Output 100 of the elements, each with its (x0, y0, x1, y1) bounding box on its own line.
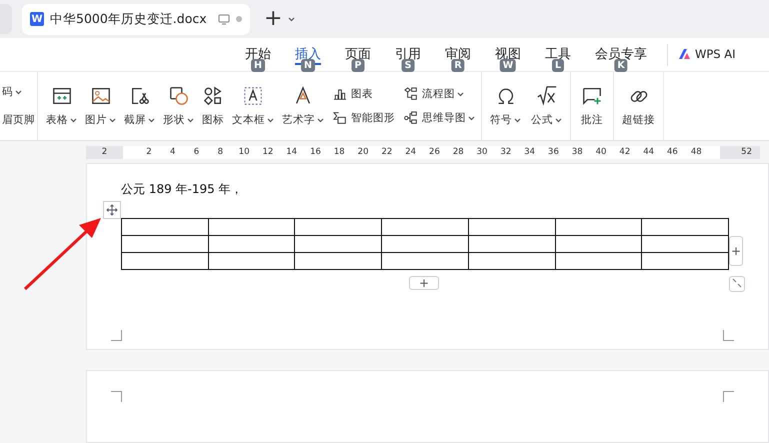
caret-icon (514, 118, 521, 122)
ribbon-button[interactable]: 公式 (529, 85, 564, 127)
caret-icon (15, 90, 22, 94)
table-cell[interactable] (122, 218, 208, 236)
table-cell[interactable] (122, 236, 208, 252)
ruler-number: 32 (499, 147, 512, 157)
ribbon-button[interactable]: 文本框 (230, 85, 276, 127)
ribbon-button[interactable]: 形状 (161, 85, 196, 127)
ruler-number: 22 (380, 147, 394, 157)
ribbon-button[interactable]: 思维导图 (403, 110, 475, 126)
ruler-number: 34 (523, 147, 536, 157)
text-box-icon (242, 85, 264, 107)
ribbon-button[interactable]: 截屏 (122, 85, 157, 127)
table-cell[interactable] (642, 236, 728, 252)
ai-button[interactable]: WPS AI (678, 38, 736, 61)
ruler-number: 10 (238, 147, 250, 157)
table-cell[interactable] (382, 252, 468, 270)
table-cell[interactable] (294, 236, 382, 252)
move-handle[interactable] (103, 201, 121, 219)
flowchart-icon (403, 86, 419, 102)
caret-icon (468, 116, 475, 120)
caret-icon (288, 16, 296, 22)
ribbon-label[interactable]: 码 (2, 85, 35, 99)
table-cell[interactable] (122, 252, 208, 270)
ribbon-button[interactable]: 图片 (83, 85, 118, 127)
shortcut-key: H (251, 59, 265, 72)
body-text: 公元 189 年-195 年， (121, 182, 243, 196)
ruler-number: 6 (192, 147, 200, 157)
caret-icon (148, 118, 155, 122)
shortcut-key: W (500, 59, 516, 72)
ruler-number: 40 (594, 147, 608, 157)
ruler-number: 8 (216, 147, 224, 157)
table-cell[interactable] (555, 218, 642, 236)
ruler-number: 2 (102, 147, 108, 157)
new-tab-button[interactable]: + (264, 8, 282, 30)
mind-map-icon (403, 110, 419, 126)
caret-icon (555, 118, 562, 122)
move-icon (106, 204, 118, 216)
add-column-button[interactable]: + (729, 236, 743, 266)
ruler-number: 38 (570, 147, 584, 157)
ai-logo-icon (678, 48, 691, 60)
ribbon-label[interactable]: 眉页脚 (2, 113, 35, 127)
table-cell[interactable] (555, 236, 642, 252)
caret-icon (109, 118, 116, 122)
shortcut-key: N (301, 59, 315, 72)
shortcut-key: K (614, 59, 628, 72)
ribbon-button[interactable]: 流程图 (403, 86, 475, 102)
shortcut-key: R (451, 59, 465, 72)
table-cell[interactable] (642, 218, 728, 236)
ruler-number: 28 (452, 147, 465, 157)
ruler-number: 42 (618, 147, 632, 157)
document-title: 中华5000年历史变迁.docx (50, 10, 208, 28)
table-cell[interactable] (468, 218, 556, 236)
ribbon-button[interactable]: 批注 (579, 85, 605, 127)
ribbon-button[interactable]: 表格 (44, 85, 79, 127)
resize-handle[interactable] (729, 276, 745, 292)
ruler-number: 44 (642, 147, 656, 157)
ruler-number: 52 (741, 147, 752, 157)
ruler-number: 46 (666, 147, 679, 157)
smart-graphic-icon (332, 110, 348, 126)
status-dot (236, 16, 242, 22)
caret-icon (70, 118, 77, 122)
table-cell[interactable] (382, 236, 468, 252)
image-icon (90, 85, 112, 107)
table-cell[interactable] (468, 252, 556, 270)
square-root-icon (536, 85, 558, 107)
table-cell[interactable] (208, 252, 295, 270)
ruler-number: 4 (168, 147, 176, 157)
shortcut-key: S (402, 59, 414, 72)
ruler-number: 48 (690, 147, 703, 157)
ruler-number: 30 (476, 147, 488, 157)
document-icon: W (30, 12, 44, 26)
ribbon-button[interactable]: 图表 (332, 86, 395, 102)
table-cell[interactable] (555, 252, 642, 270)
ribbon-button[interactable]: 智能图形 (332, 110, 395, 126)
table-cell[interactable] (208, 236, 295, 252)
add-row-button[interactable]: + (409, 276, 439, 290)
ribbon-button[interactable]: 符号 (488, 85, 523, 127)
ribbon-button[interactable]: 超链接 (620, 85, 657, 127)
table-cell[interactable] (642, 252, 728, 270)
shortcut-key: L (552, 59, 564, 72)
resize-icon (732, 278, 742, 288)
ribbon-button[interactable]: 艺术字 (280, 85, 326, 127)
caret-icon (457, 92, 464, 96)
table-cell[interactable] (294, 218, 382, 236)
table-cell[interactable] (208, 218, 295, 236)
ribbon-button[interactable]: 图标 (200, 85, 226, 127)
ruler-number: 24 (404, 147, 418, 157)
comment-icon (581, 85, 603, 107)
ruler-number: 36 (547, 147, 560, 157)
document-tab[interactable]: W 中华5000年历史变迁.docx (22, 4, 250, 34)
ruler-number: 12 (261, 147, 274, 157)
table-cell[interactable] (382, 218, 468, 236)
table-cell[interactable] (294, 252, 382, 270)
ruler-number: 16 (309, 147, 322, 157)
shapes-icon (168, 85, 190, 107)
table-icon (50, 85, 72, 107)
table-cell[interactable] (468, 236, 556, 252)
caret-icon (317, 118, 324, 122)
ruler-number: 18 (332, 147, 346, 157)
